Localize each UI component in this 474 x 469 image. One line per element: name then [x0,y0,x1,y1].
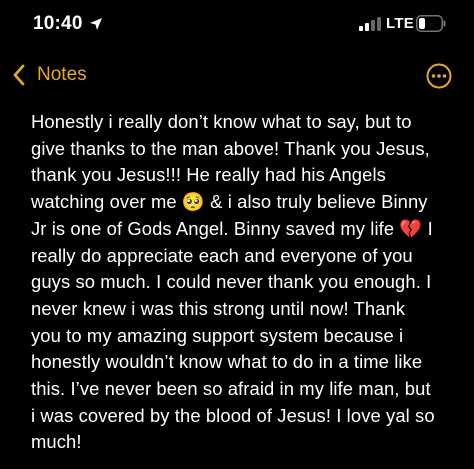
nav-bar: Notes [0,52,474,96]
battery-icon [416,15,446,32]
ellipsis-circle-icon[interactable] [426,63,452,89]
status-time: 10:40 [33,13,83,34]
back-button[interactable]: Notes [12,62,87,88]
note-body[interactable]: Honestly i really don’t know what to say… [31,109,461,456]
back-label: Notes [37,64,87,85]
location-arrow-icon [90,18,102,30]
chevron-left-icon [13,64,25,86]
status-bar: 10:40 LTE [0,0,474,52]
signal-bars-icon [359,17,381,31]
network-type: LTE [386,15,415,32]
